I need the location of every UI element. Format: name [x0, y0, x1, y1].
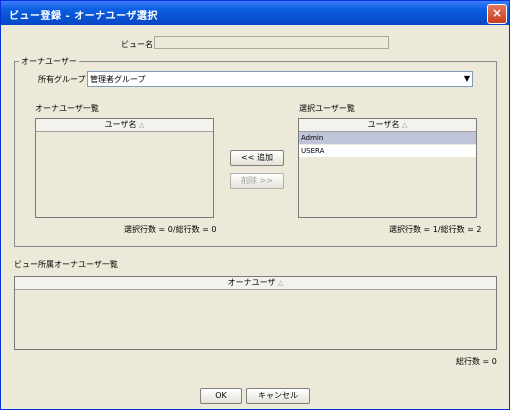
left-list-title: オーナユーザ一覧 — [35, 104, 99, 113]
left-list-column-header[interactable]: ユーザ名 △ — [36, 119, 213, 132]
group-dropdown-value: 管理者グループ — [90, 75, 146, 84]
dialog-window: ビュー登録 - オーナユーザ選択 × ビュー名 オーナユーザー 所有グループ 管… — [0, 0, 510, 410]
group-label: 所有グループ — [38, 75, 86, 84]
cancel-button[interactable]: キャンセル — [246, 388, 310, 404]
list-item[interactable]: USERA — [299, 145, 476, 157]
add-button[interactable]: << 追加 — [230, 150, 284, 166]
list-item[interactable]: Admin — [299, 132, 476, 144]
group-dropdown[interactable]: 管理者グループ ▼ — [87, 71, 473, 87]
title-bar[interactable]: ビュー登録 - オーナユーザ選択 × — [1, 1, 509, 25]
ok-button[interactable]: OK — [200, 388, 242, 404]
right-list-status: 選択行数 = 1/総行数 = 2 — [389, 225, 482, 234]
bottom-list-header-label: オーナユーザ — [227, 278, 276, 287]
close-icon[interactable]: × — [487, 4, 507, 24]
bottom-list-title: ビュー所属オーナユーザ一覧 — [14, 260, 118, 269]
window-title: ビュー登録 - オーナユーザ選択 — [9, 11, 158, 22]
bottom-list-column-header[interactable]: オーナユーザ △ — [15, 277, 496, 290]
bottom-owner-list[interactable]: オーナユーザ △ — [14, 276, 497, 350]
sort-icon: △ — [139, 121, 145, 129]
left-list-header-label: ユーザ名 — [104, 120, 137, 129]
left-list-status: 選択行数 = 0/総行数 = 0 — [124, 225, 217, 234]
view-name-label: ビュー名 — [121, 40, 153, 49]
left-user-list[interactable]: ユーザ名 △ — [35, 118, 214, 218]
chevron-down-icon[interactable]: ▼ — [464, 74, 470, 83]
owner-user-legend: オーナユーザー — [21, 57, 77, 66]
right-list-title: 選択ユーザー覧 — [299, 104, 355, 113]
right-list-column-header[interactable]: ユーザ名 △ — [299, 119, 476, 132]
remove-button[interactable]: 削除 >> — [230, 173, 284, 189]
right-user-list[interactable]: ユーザ名 △ Admin USERA — [298, 118, 477, 218]
bottom-list-status: 総行数 = 0 — [456, 357, 497, 366]
sort-icon: △ — [278, 279, 284, 287]
sort-icon: △ — [402, 121, 408, 129]
view-name-field — [154, 36, 389, 49]
right-list-header-label: ユーザ名 — [367, 120, 400, 129]
